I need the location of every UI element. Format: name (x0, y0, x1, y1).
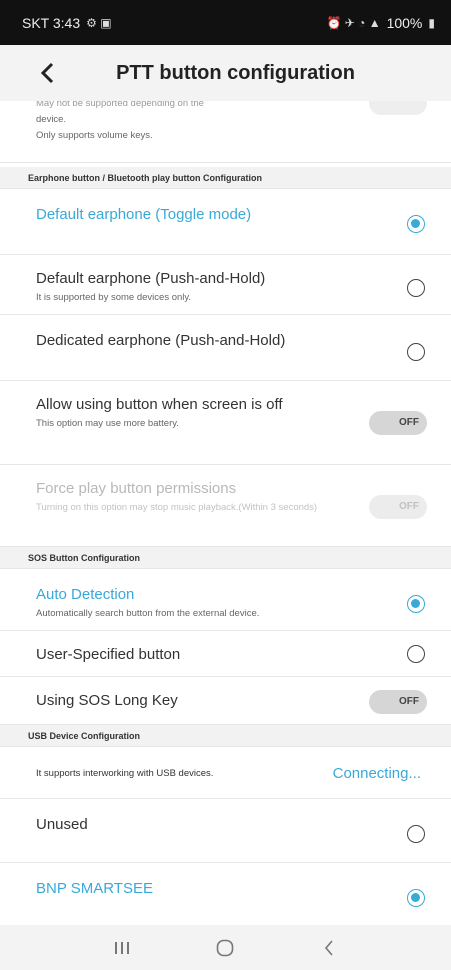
back-icon (325, 939, 333, 956)
screen-off-label: Allow using button when screen is off (36, 396, 283, 413)
auto-detection-sub: Automatically search button from the ext… (36, 608, 260, 619)
radio-unused[interactable] (407, 825, 425, 843)
nav-back-button[interactable] (309, 928, 349, 968)
back-button[interactable] (30, 56, 64, 90)
dedicated-push-label: Dedicated earphone (Push-and-Hold) (36, 332, 286, 349)
toggle-item-sos-long-key[interactable]: Using SOS Long Key OFF (0, 677, 451, 725)
default-toggle-label: Default earphone (Toggle mode) (36, 206, 252, 223)
settings-list[interactable]: May not be supported depending on the de… (0, 101, 451, 925)
section-header-earphone: Earphone button / Bluetooth play button … (0, 167, 451, 189)
system-nav-bar (0, 925, 451, 970)
default-push-label: Default earphone (Push-and-Hold) (36, 270, 266, 287)
recent-apps-button[interactable] (102, 928, 142, 968)
status-bar: SKT 3:43 ⚙ ▣ ⏰ ✈ ◔ ▲ 100% ▮ (0, 0, 451, 45)
usb-info-text: It supports interworking with USB device… (36, 768, 214, 779)
force-play-label: Force play button permissions (36, 480, 237, 497)
partial-toggle[interactable] (369, 101, 427, 115)
radio-item-default-push[interactable]: Default earphone (Push-and-Hold) It is s… (0, 255, 451, 315)
unused-label: Unused (36, 816, 88, 833)
home-icon (217, 939, 234, 956)
radio-item-unused[interactable]: Unused (0, 799, 451, 863)
volume-keys-note: Only supports volume keys. (36, 130, 153, 141)
radio-default-toggle[interactable] (407, 215, 425, 233)
usb-info-row: It supports interworking with USB device… (0, 747, 451, 799)
cut-text: May not be supported depending on the (36, 101, 204, 109)
page-title: PTT button configuration (116, 62, 355, 84)
force-play-toggle[interactable]: OFF (369, 495, 427, 519)
radio-item-dedicated-push[interactable]: Dedicated earphone (Push-and-Hold) (0, 315, 451, 381)
radio-item-default-toggle[interactable]: Default earphone (Toggle mode) (0, 189, 451, 255)
radio-user-specified[interactable] (407, 645, 425, 663)
device-note: device. (36, 114, 67, 125)
user-specified-label: User-Specified button (36, 646, 181, 663)
radio-item-bnp-smartsee[interactable]: BNP SMARTSEE (0, 863, 451, 925)
radio-default-push[interactable] (407, 279, 425, 297)
radio-item-user-specified[interactable]: User-Specified button (0, 631, 451, 677)
default-push-sub: It is supported by some devices only. (36, 292, 192, 303)
recent-apps-icon (114, 941, 129, 954)
radio-bnp-smartsee[interactable] (407, 889, 425, 907)
bnp-smartsee-label: BNP SMARTSEE (36, 880, 153, 897)
force-play-sub: Turning on this option may stop music pl… (36, 502, 318, 513)
screen-off-toggle[interactable]: OFF (369, 411, 427, 435)
toggle-item-force-play[interactable]: Force play button permissions Turning on… (0, 465, 451, 547)
notification-icons: ⚙ ▣ (86, 15, 112, 30)
usb-connection-status[interactable]: Connecting... (333, 765, 421, 782)
radio-auto-detection[interactable] (407, 595, 425, 613)
sos-long-key-label: Using SOS Long Key (36, 692, 178, 709)
battery-icon: ▮ (428, 15, 435, 30)
auto-detection-label: Auto Detection (36, 586, 135, 603)
section-header-usb: USB Device Configuration (0, 725, 451, 747)
screen-off-sub: This option may use more battery. (36, 418, 179, 429)
battery-percent: 100% (386, 14, 423, 31)
toggle-item-screen-off[interactable]: Allow using button when screen is off Th… (0, 381, 451, 465)
radio-dedicated-push[interactable] (407, 343, 425, 361)
sos-long-key-toggle[interactable]: OFF (369, 690, 427, 714)
section-header-sos: SOS Button Configuration (0, 547, 451, 569)
app-bar: PTT button configuration (0, 45, 451, 101)
list-item-volume-keys: May not be supported depending on the de… (0, 101, 451, 163)
signal-icons: ⏰ ✈ ◔ ▲ (326, 15, 381, 30)
status-time: SKT 3:43 (22, 14, 81, 31)
chevron-left-icon (40, 62, 54, 84)
home-button[interactable] (205, 928, 245, 968)
radio-item-auto-detection[interactable]: Auto Detection Automatically search butt… (0, 569, 451, 631)
